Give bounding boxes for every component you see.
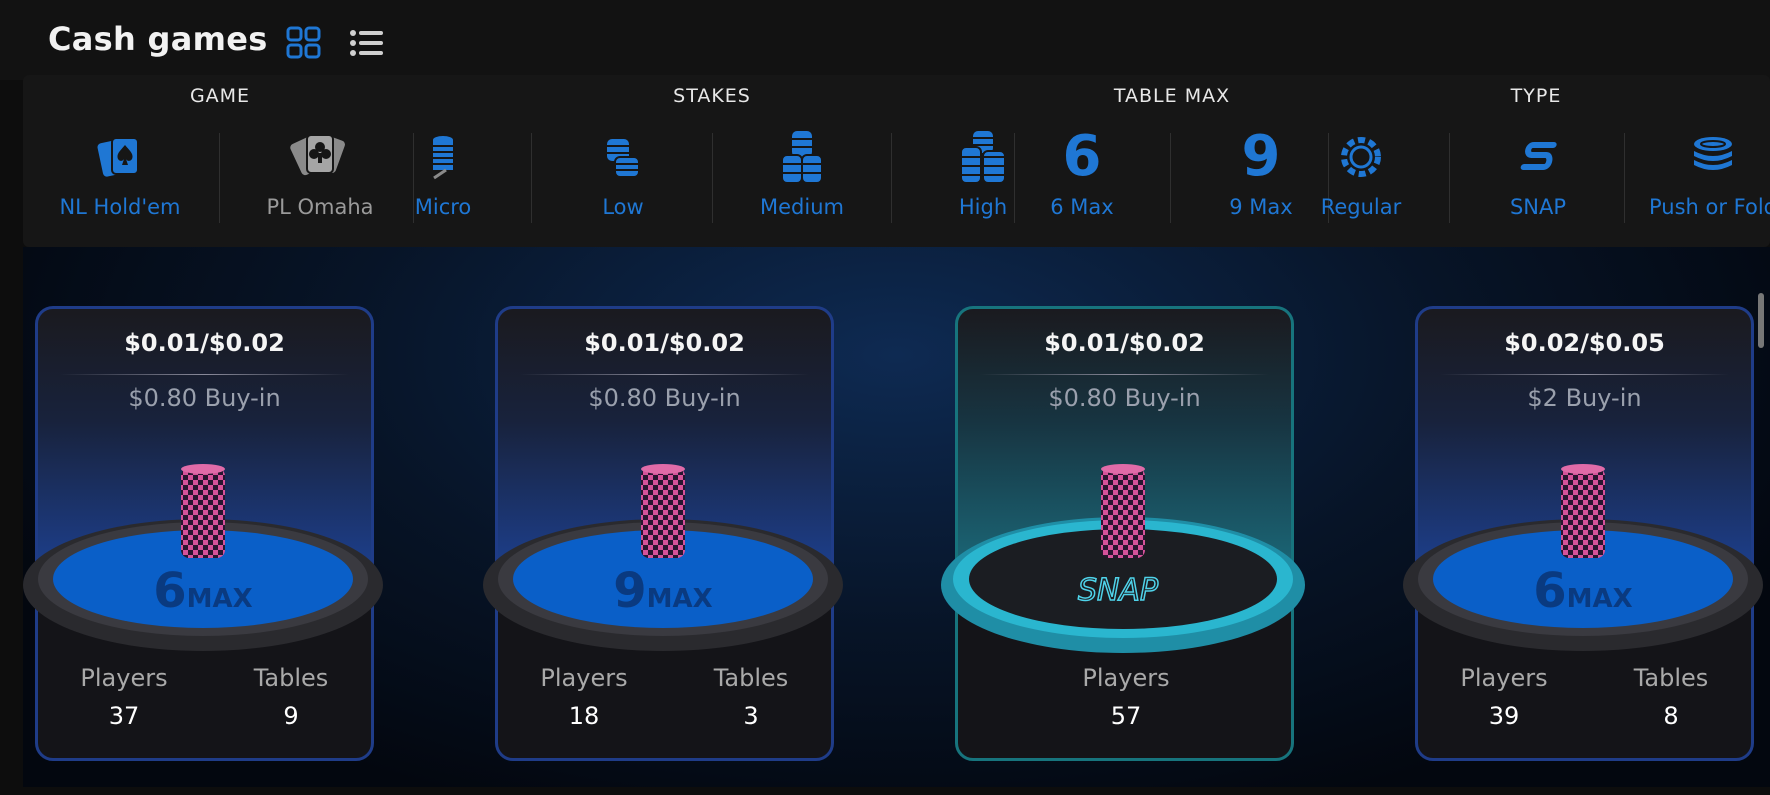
divider [891, 133, 892, 223]
filter-type-push-or-fold[interactable]: Push or Fold [1633, 127, 1770, 219]
filter-nl-holdem[interactable]: NL Hold'em [40, 127, 200, 219]
divider [531, 133, 532, 223]
chip-ring-icon [1281, 127, 1441, 187]
filter-bar: GAME STAKES TABLE MAX TYPE NL Hold'em PL… [23, 75, 1770, 247]
divider [520, 374, 809, 375]
filter-label: Medium [760, 195, 844, 219]
snap-s-icon [1458, 127, 1618, 187]
chip-stack-medium-icon [722, 127, 882, 187]
filter-group-game: GAME [189, 85, 251, 107]
card-buyin: $0.80 Buy-in [588, 384, 741, 412]
players-count: 37 [108, 702, 140, 730]
filter-label: Push or Fold [1648, 195, 1770, 219]
filter-stakes-medium[interactable]: Medium [722, 127, 882, 219]
filter-type-regular[interactable]: Regular [1281, 127, 1441, 219]
players-label: Players [1460, 664, 1548, 692]
card-stakes: $0.02/$0.05 [1504, 329, 1665, 357]
tables-count: 3 [743, 702, 759, 730]
players-label: Players [540, 664, 628, 692]
divider [712, 133, 713, 223]
players-count: 18 [568, 702, 600, 730]
players-stat: Players 37 [54, 664, 194, 730]
filter-label: 6 Max [1050, 195, 1114, 219]
card-stakes: $0.01/$0.02 [124, 329, 285, 357]
filter-label: NL Hold'em [59, 195, 181, 219]
grid-view-icon[interactable] [286, 26, 322, 60]
cards-spade-icon [40, 127, 200, 187]
tables-stat: Tables 9 [221, 664, 361, 730]
tables-count: 8 [1663, 702, 1679, 730]
chip-pile-icon [1633, 127, 1770, 187]
poker-table-6max-illustration: 6MAX [23, 464, 383, 651]
divider [1170, 133, 1171, 223]
chip-stack-micro-icon [363, 127, 523, 187]
filter-type-snap[interactable]: SNAP [1458, 127, 1618, 219]
players-stat: Players 18 [514, 664, 654, 730]
divider [1449, 133, 1450, 223]
filter-stakes-low[interactable]: Low [543, 127, 703, 219]
filter-group-stakes: STAKES [673, 85, 751, 107]
page-title: Cash games [48, 20, 268, 58]
divider [60, 374, 349, 375]
tables-stat: Tables 3 [681, 664, 821, 730]
players-stat: Players 57 [1056, 664, 1196, 730]
chip-stack-low-icon [543, 127, 703, 187]
filter-group-table-max: TABLE MAX [1113, 85, 1231, 107]
tables-label: Tables [713, 664, 789, 692]
filter-label: SNAP [1509, 195, 1567, 219]
tables-stat: Tables 8 [1601, 664, 1741, 730]
card-stakes: $0.01/$0.02 [584, 329, 745, 357]
card-buyin: $0.80 Buy-in [128, 384, 281, 412]
list-view-icon[interactable] [349, 26, 385, 60]
snap-logo: SNAP [1078, 573, 1159, 608]
players-count: 57 [1110, 702, 1142, 730]
filter-6-max[interactable]: 6 6 Max [1002, 124, 1162, 220]
scrollbar-thumb[interactable] [1758, 293, 1764, 348]
filter-label: Regular [1320, 195, 1402, 219]
tables-label: Tables [1633, 664, 1709, 692]
players-label: Players [80, 664, 168, 692]
divider [1624, 133, 1625, 223]
card-buyin: $0.80 Buy-in [1048, 384, 1201, 412]
divider [980, 374, 1269, 375]
top-bar: Cash games [0, 0, 1770, 80]
poker-table-6max-illustration: 6MAX [1403, 464, 1763, 651]
poker-table-9max-illustration: 9MAX [483, 464, 843, 651]
filter-stakes-micro[interactable]: Micro [363, 127, 523, 219]
players-count: 39 [1488, 702, 1520, 730]
players-label: Players [1082, 664, 1170, 692]
players-stat: Players 39 [1434, 664, 1574, 730]
filter-label: Micro [414, 195, 472, 219]
six-icon: 6 [1062, 124, 1102, 189]
divider [1440, 374, 1729, 375]
filter-label: Low [602, 195, 644, 219]
card-buyin: $2 Buy-in [1527, 384, 1642, 412]
tables-count: 9 [283, 702, 299, 730]
divider [219, 133, 220, 223]
card-stakes: $0.01/$0.02 [1044, 329, 1205, 357]
filter-group-type: TYPE [1510, 85, 1562, 107]
tables-label: Tables [253, 664, 329, 692]
poker-table-snap-illustration: SNAP [941, 464, 1305, 653]
